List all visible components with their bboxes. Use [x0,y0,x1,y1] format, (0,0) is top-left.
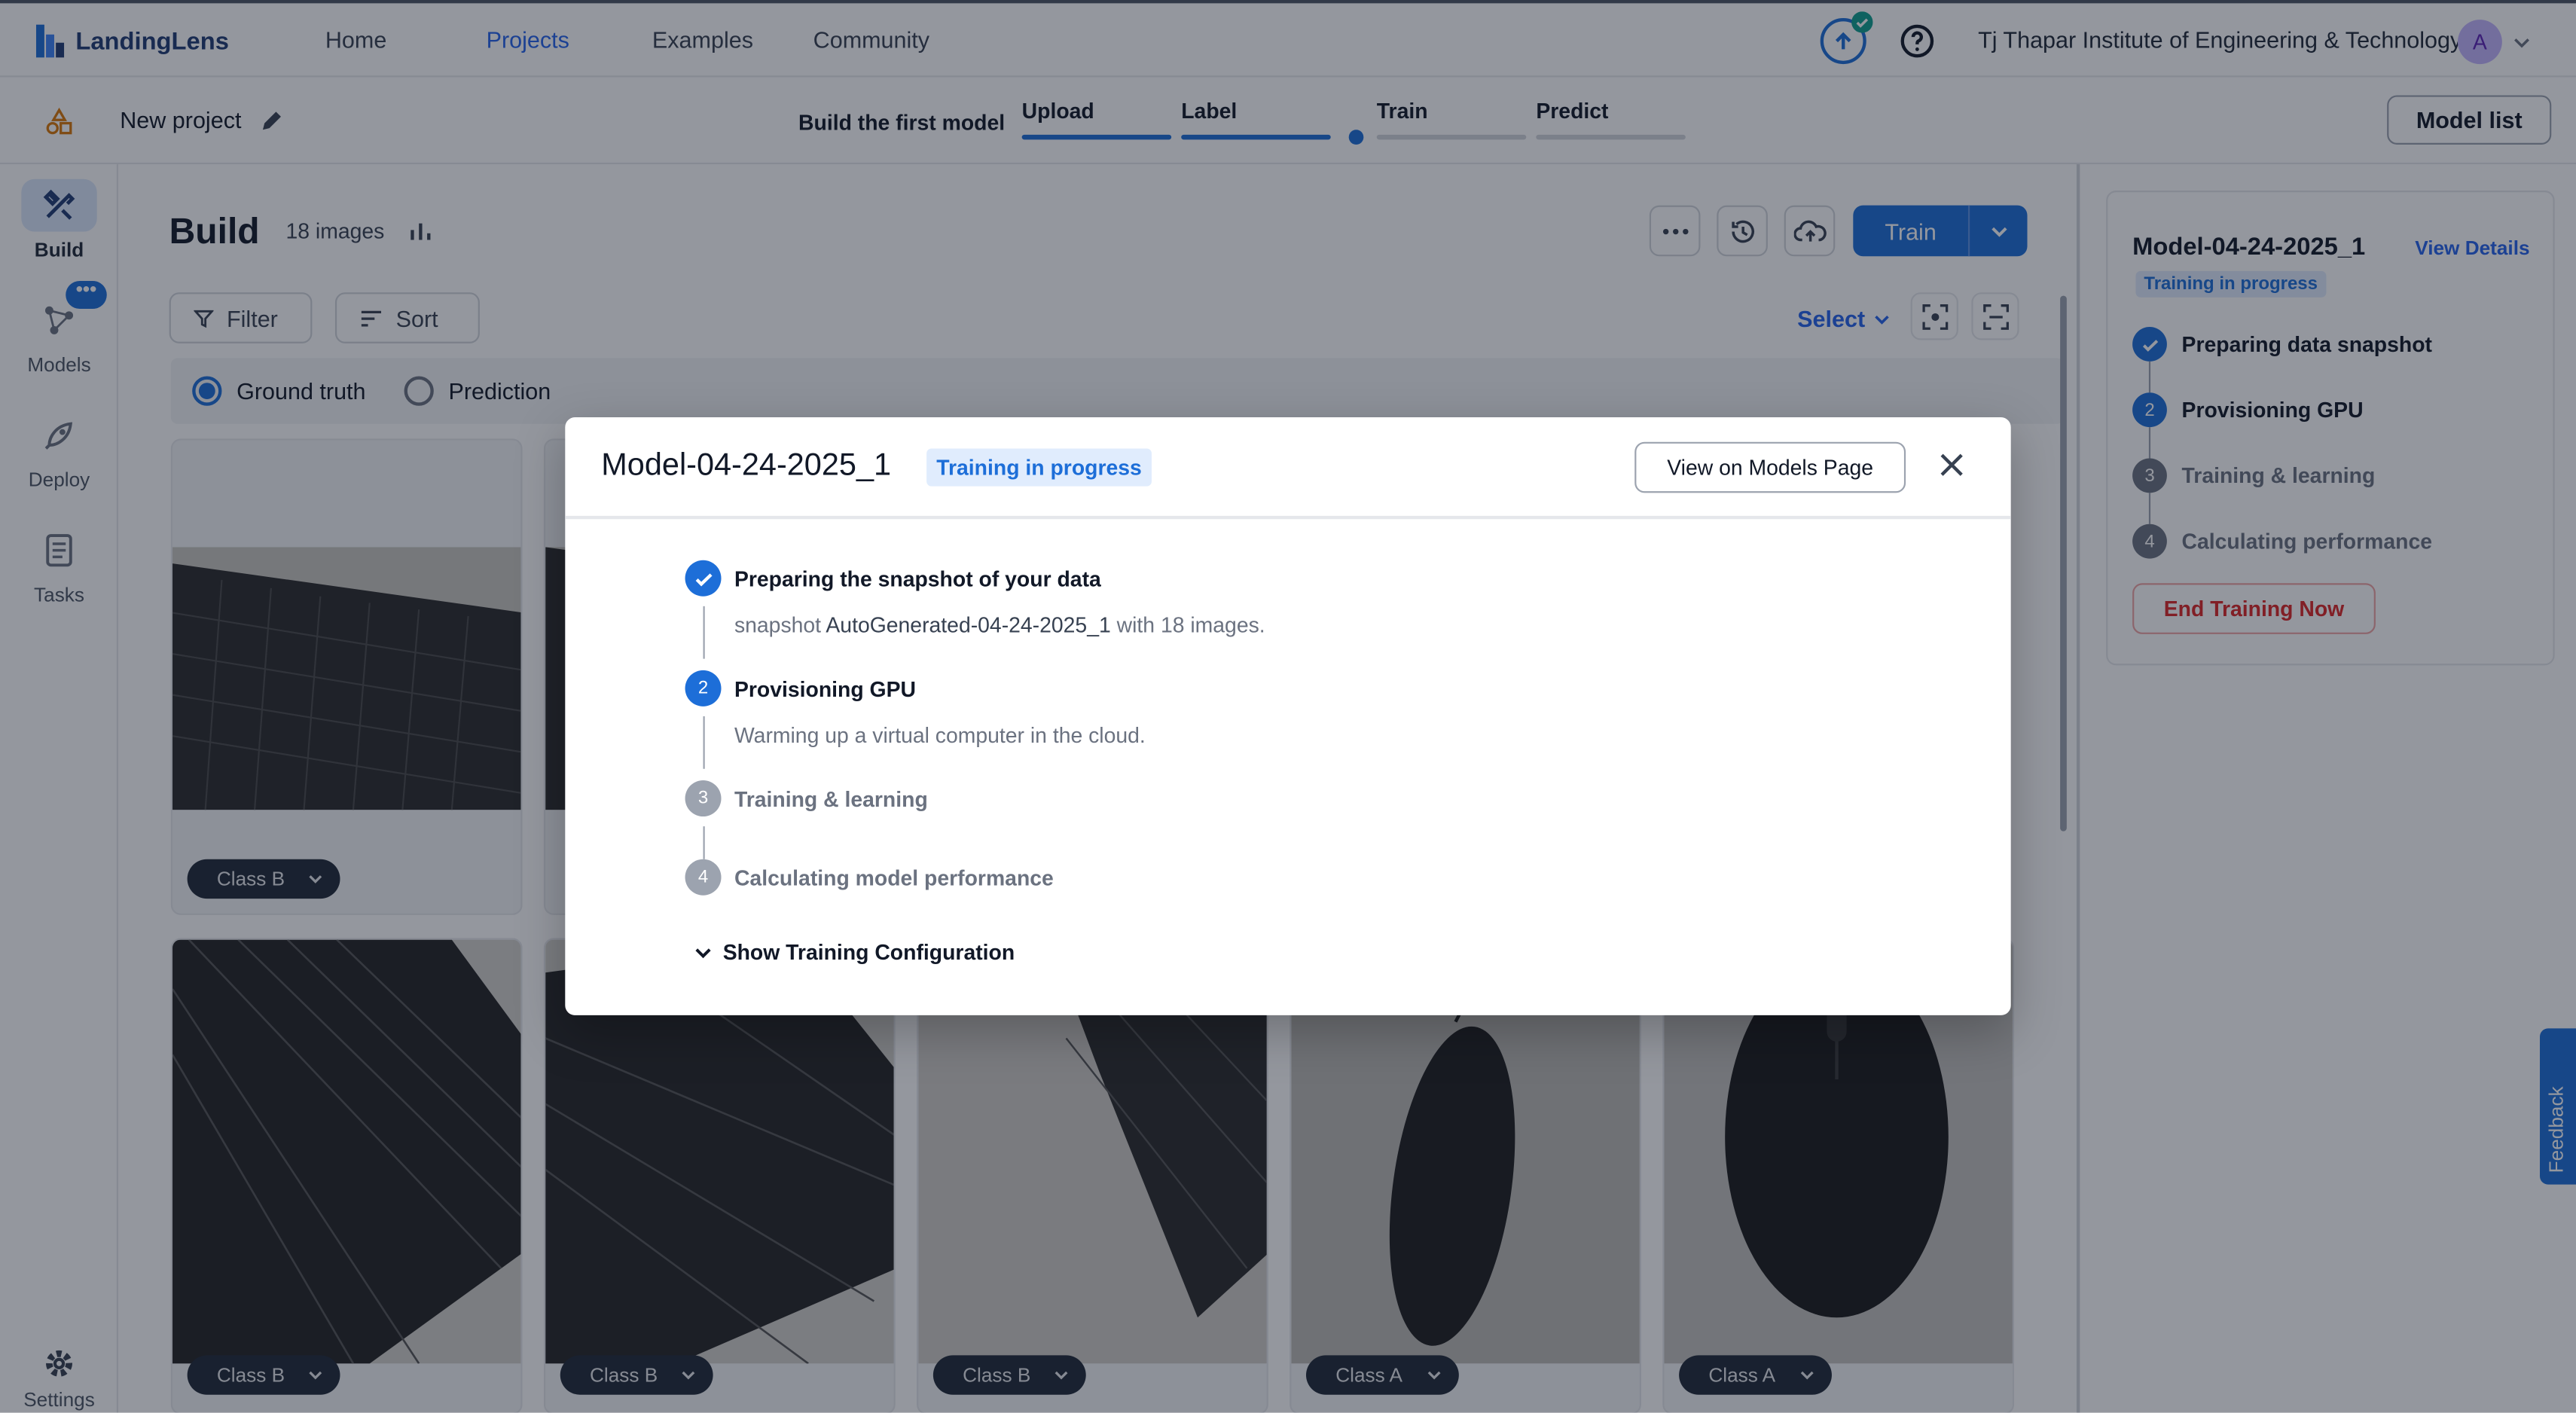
gpu-detail: Warming up a virtual computer in the clo… [734,722,1146,748]
snapshot-name: AutoGenerated-04-24-2025_1 [826,612,1111,638]
modal-step-training: 3 Training & learning [685,780,928,817]
modal-title: Model-04-24-2025_1 [601,448,892,484]
snapshot-detail: snapshot AutoGenerated-04-24-2025_1 with… [734,612,1265,638]
modal-step-gpu: 2 Provisioning GPU [685,670,916,706]
modal-header: Model-04-24-2025_1 Training in progress … [565,417,2011,520]
close-icon[interactable] [1935,448,1968,481]
modal-step-snapshot: Preparing the snapshot of your data [685,560,1101,597]
modal-step-performance: 4 Calculating model performance [685,859,1054,896]
app-root: LandingLens Home Projects Examples Commu… [0,0,2576,1413]
status-badge: Training in progress [926,448,1152,487]
check-circle-icon [685,560,722,597]
training-progress-modal: Model-04-24-2025_1 Training in progress … [565,417,2011,1015]
view-on-models-page-button[interactable]: View on Models Page [1634,441,1906,493]
show-training-config-toggle[interactable]: Show Training Configuration [693,940,1015,964]
chevron-down-icon [695,948,711,958]
